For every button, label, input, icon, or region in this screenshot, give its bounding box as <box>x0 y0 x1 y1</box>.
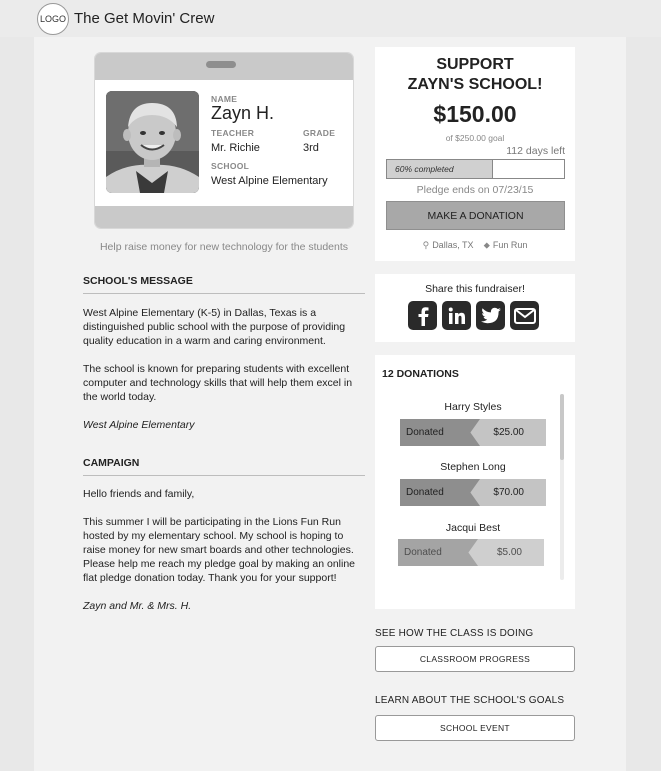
id-card-header <box>95 53 353 80</box>
student-photo <box>106 91 199 193</box>
top-bar: LOGO The Get Movin' Crew <box>0 0 661 37</box>
donation-label: Donated <box>406 427 444 438</box>
pledge-end-date: Pledge ends on 07/23/15 <box>416 184 534 196</box>
campaign-body: This summer I will be participating in t… <box>83 516 356 584</box>
school-message-paragraph: West Alpine Elementary (K-5) in Dallas, … <box>83 307 346 347</box>
twitter-icon[interactable] <box>476 301 505 330</box>
share-title: Share this fundraiser! <box>425 283 525 295</box>
donation-entry: Donated $25.00 <box>400 419 546 446</box>
progress-bar: 60% completed <box>386 159 565 179</box>
school-message-signature: West Alpine Elementary <box>83 419 195 431</box>
campaign-greeting: Hello friends and family, <box>83 488 195 500</box>
donation-amount: $70.00 <box>493 487 524 498</box>
id-card-footer <box>95 206 353 228</box>
school-message-paragraph: The school is known for preparing studen… <box>83 363 353 403</box>
support-title-line: ZAYN'S SCHOOL! <box>407 76 543 93</box>
goal-amount: of $250.00 goal <box>445 133 505 143</box>
facebook-icon[interactable] <box>408 301 437 330</box>
site-logo[interactable]: LOGO <box>37 3 69 35</box>
support-title: SUPPORT ZAYN'S SCHOOL! <box>375 55 575 95</box>
teacher-label: TEACHER <box>211 128 255 138</box>
donor-name: Jacqui Best <box>445 522 501 534</box>
donations-scrollbar[interactable] <box>560 394 564 580</box>
donations-count-title: 12 DONATIONS <box>382 368 459 380</box>
fundraiser-tags: ⚲ Dallas, TX ⬥ Fun Run <box>375 240 575 251</box>
days-left: 112 days left <box>506 145 565 157</box>
school-goals-heading: LEARN ABOUT THE SCHOOL'S GOALS <box>375 695 565 706</box>
make-donation-button[interactable]: MAKE A DONATION <box>386 201 565 230</box>
fundraiser-caption: Help raise money for new technology for … <box>99 241 349 253</box>
donation-entry: Donated $70.00 <box>400 479 546 506</box>
school-message-title: SCHOOL'S MESSAGE <box>83 275 365 294</box>
tag-icon: ⬥ <box>483 240 490 250</box>
donation-label: Donated <box>406 487 444 498</box>
support-title-line: SUPPORT <box>436 56 514 73</box>
donor-name: Stephen Long <box>440 461 506 473</box>
campaign-signature: Zayn and Mr. & Mrs. H. <box>83 600 192 612</box>
student-name: Zayn H. <box>211 103 275 123</box>
share-panel: Share this fundraiser! <box>375 274 575 342</box>
email-icon[interactable] <box>510 301 539 330</box>
grade-label: GRADE <box>303 128 336 138</box>
location-tag[interactable]: Dallas, TX <box>432 240 473 250</box>
school-label: SCHOOL <box>211 161 250 171</box>
share-buttons <box>408 301 539 330</box>
scrollbar-thumb[interactable] <box>560 394 564 460</box>
location-pin-icon: ⚲ <box>422 240 430 250</box>
donations-panel: 12 DONATIONS Harry Styles Donated $25.00… <box>375 355 575 609</box>
id-card-slot <box>206 61 236 68</box>
site-name[interactable]: The Get Movin' Crew <box>74 10 214 27</box>
class-progress-heading: SEE HOW THE CLASS IS DOING <box>375 628 534 639</box>
donor-name: Harry Styles <box>444 401 502 413</box>
school-value: West Alpine Elementary <box>211 175 328 187</box>
raised-amount: $150.00 <box>433 101 517 127</box>
classroom-progress-button[interactable]: CLASSROOM PROGRESS <box>375 646 575 672</box>
donation-label: Donated <box>404 547 442 558</box>
student-id-card: NAME Zayn H. TEACHER Mr. Richie GRADE 3r… <box>95 53 353 228</box>
donation-amount: $5.00 <box>496 547 522 558</box>
teacher-value: Mr. Richie <box>211 142 260 154</box>
donation-amount: $25.00 <box>493 427 524 438</box>
support-panel: SUPPORT ZAYN'S SCHOOL! $150.00 of $250.0… <box>375 47 575 261</box>
progress-text: 60% completed <box>395 164 454 174</box>
campaign-title: CAMPAIGN <box>83 457 365 476</box>
school-event-button[interactable]: SCHOOL EVENT <box>375 715 575 741</box>
event-tag[interactable]: Fun Run <box>493 240 528 250</box>
linkedin-icon[interactable] <box>442 301 471 330</box>
donation-entry: Donated $5.00 <box>398 539 544 566</box>
grade-value: 3rd <box>303 142 319 154</box>
